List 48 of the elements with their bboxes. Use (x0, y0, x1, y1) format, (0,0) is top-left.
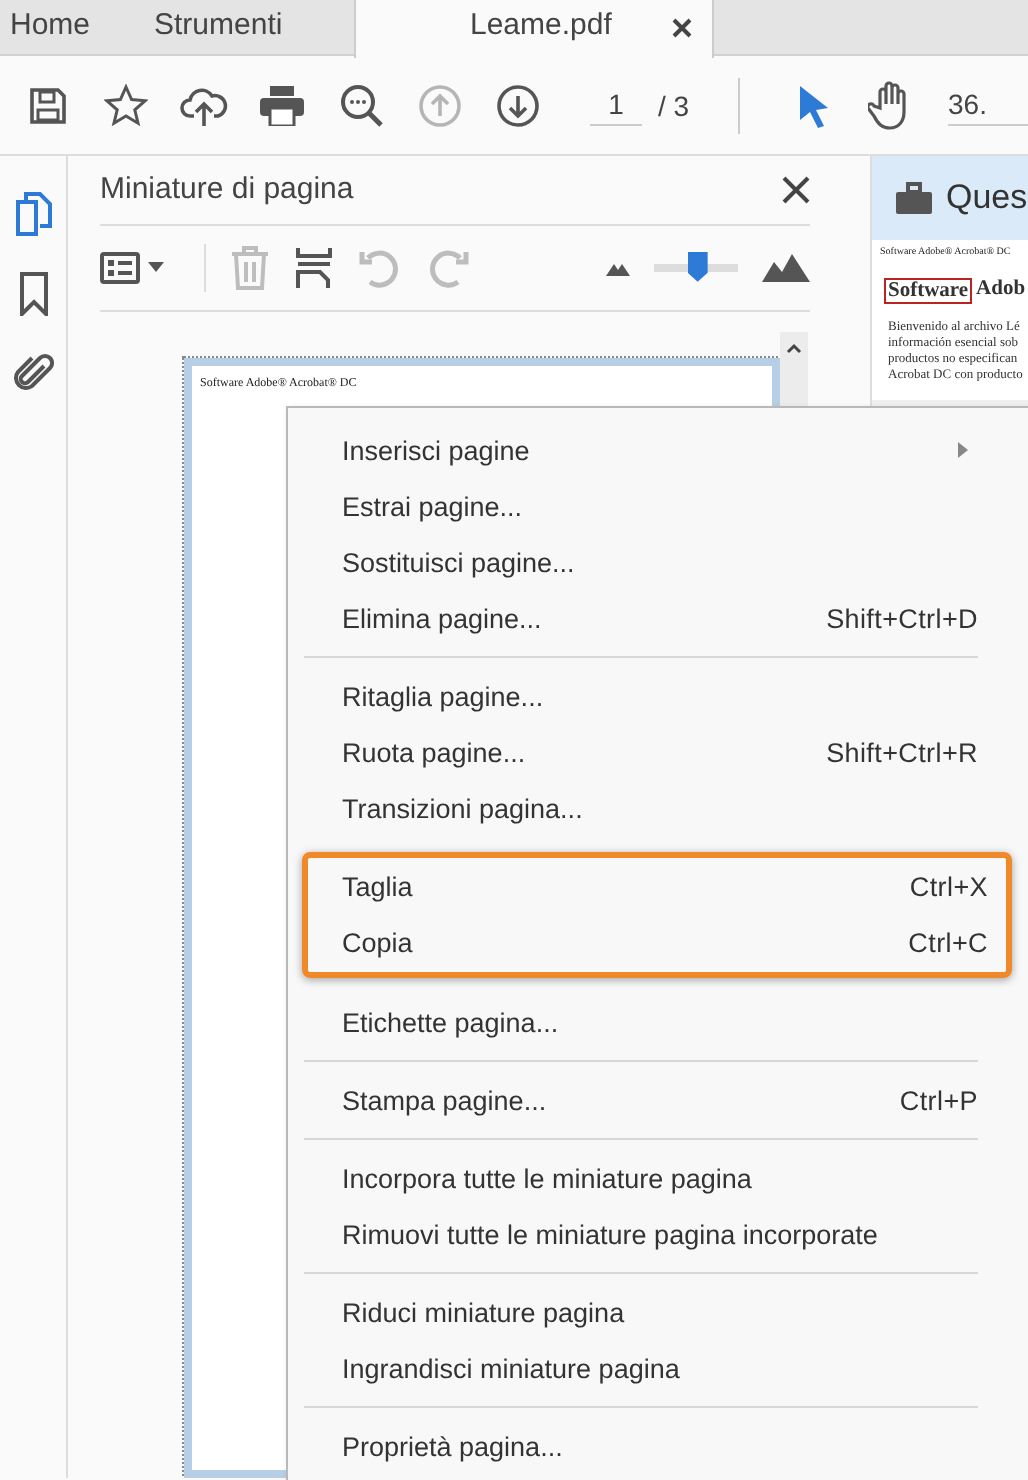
tab[interactable]: Home (0, 0, 144, 56)
menu-item[interactable]: Incorpora tutte le miniature pagina (288, 1150, 1028, 1206)
arrow-down-icon[interactable] (496, 83, 541, 127)
scroll-up-icon[interactable] (786, 342, 802, 354)
tab[interactable]: Leame.pdf (354, 0, 714, 58)
tab[interactable]: Strumenti (144, 0, 354, 56)
menu-item[interactable]: Transizioni pagina... (288, 780, 1028, 836)
cloud-upload-icon[interactable] (180, 83, 229, 127)
document-heading: Adob (976, 278, 1026, 304)
search-icon[interactable] (337, 81, 386, 129)
bookmark-icon[interactable] (19, 272, 47, 316)
menu-item[interactable]: Elimina pagine... Shift+Ctrl+D (288, 590, 1028, 646)
close-icon[interactable] (782, 175, 810, 204)
menu-item[interactable]: Proprietà pagina... (288, 1418, 1028, 1474)
page-count: / 3 (657, 89, 690, 121)
star-icon[interactable] (103, 83, 148, 127)
menu-item[interactable]: Copia Ctrl+C (308, 914, 1006, 970)
print-icon[interactable] (260, 85, 305, 125)
menu-item[interactable]: Ruota pagine... Shift+Ctrl+R (288, 724, 1028, 780)
large-thumbnail-icon[interactable] (762, 253, 810, 282)
menu-item[interactable]: Sostituisci pagine... (288, 534, 1028, 590)
save-icon[interactable] (27, 85, 68, 125)
list-icon[interactable] (100, 251, 140, 284)
menu-item[interactable]: Ingrandisci miniature pagina (288, 1340, 1028, 1396)
small-thumbnail-icon[interactable] (606, 259, 630, 276)
panel-title: Miniature di pagina (100, 172, 354, 207)
options-button[interactable] (100, 251, 164, 284)
pointer-icon[interactable] (798, 83, 831, 127)
menu-item[interactable]: Inserisci pagine (288, 422, 1028, 478)
tab-label[interactable]: Leame.pdf (366, 8, 612, 42)
menu-item[interactable]: Ritaglia pagine... (288, 668, 1028, 724)
caret-icon[interactable] (148, 262, 164, 273)
insert-page-icon[interactable] (294, 245, 334, 290)
menu-item[interactable]: Estrai pagine... (288, 478, 1028, 534)
paperclip-icon[interactable] (13, 352, 53, 396)
zoom-field[interactable]: 36. (948, 84, 1028, 126)
close-icon[interactable] (672, 18, 692, 38)
slider-thumb[interactable] (687, 251, 708, 282)
menu-item[interactable]: Taglia Ctrl+X (308, 858, 1006, 914)
page-number-field[interactable]: 1 (589, 84, 642, 126)
document-heading: Software (884, 278, 973, 304)
menu-item[interactable]: Stampa pagine... Ctrl+P (288, 1072, 1028, 1128)
menu-item[interactable]: Rimuovi tutte le miniature pagina incorporate (288, 1206, 1028, 1262)
toolbox-icon (896, 182, 932, 214)
banner-title: Ques (946, 178, 1028, 218)
pages-icon[interactable] (13, 192, 53, 236)
menu-item[interactable]: Etichette pagina... (288, 994, 1028, 1050)
menu-item[interactable]: Riduci miniature pagina (288, 1284, 1028, 1340)
